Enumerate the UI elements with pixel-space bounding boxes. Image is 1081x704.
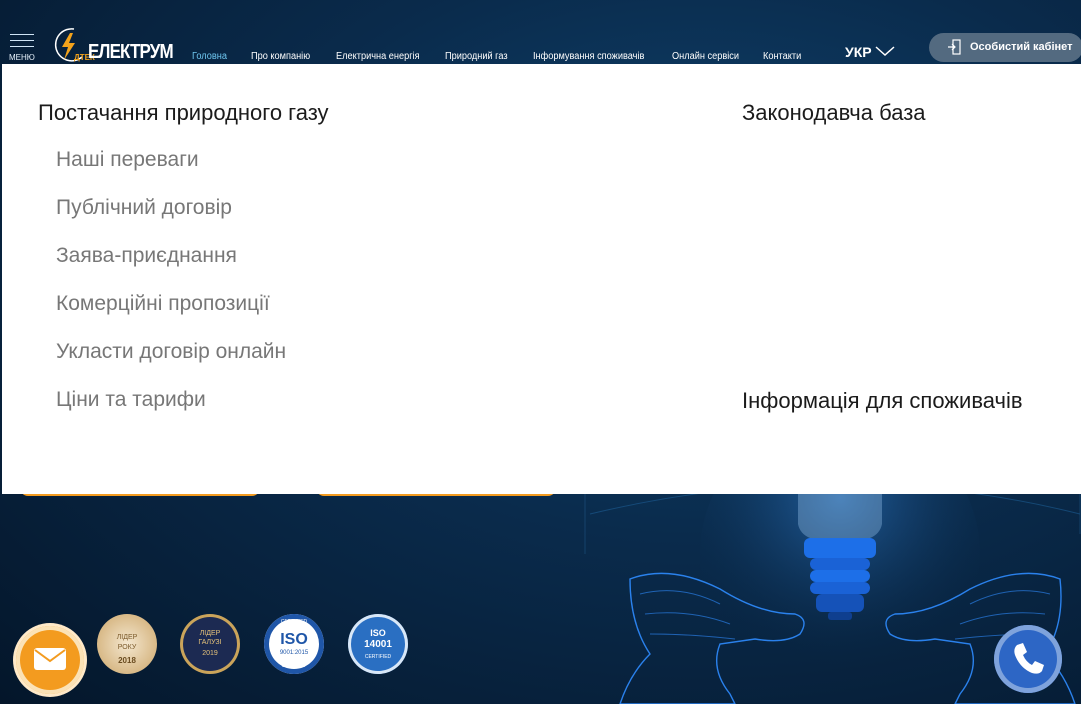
badge-text: ISO — [370, 628, 386, 638]
iso-14001-badge: ISO 14001 CERTIFIED — [348, 614, 408, 674]
mail-button[interactable] — [16, 626, 84, 694]
logo-text: ЕЛЕКТРУМ — [88, 41, 174, 63]
nav-item-home[interactable]: Головна — [192, 51, 227, 62]
logo[interactable]: ДТЕК ЕЛЕКТРУМ — [52, 27, 178, 65]
login-door-icon — [948, 39, 961, 55]
iso-9001-badge: CERTIFIED ISO 9001:2015 COMPANY — [264, 614, 324, 674]
dropdown-item-commercial-offers[interactable]: Комерційні пропозиції — [56, 292, 270, 316]
menu-label: МЕНЮ — [9, 53, 35, 62]
chevron-down-icon[interactable] — [874, 44, 896, 58]
nav-item-consumer-info[interactable]: Інформування споживачів — [533, 51, 644, 62]
badge-text: 9001:2015 — [279, 650, 309, 656]
badge-text: 14001 — [364, 639, 392, 650]
badge-text: 2019 — [202, 650, 218, 657]
phone-button[interactable] — [994, 625, 1062, 693]
badge-text: РОКУ — [117, 644, 137, 651]
nav-item-about[interactable]: Про компанію — [251, 51, 310, 62]
envelope-icon — [34, 648, 66, 670]
personal-cabinet-button[interactable]: Особистий кабінет — [929, 33, 1081, 62]
language-selector[interactable]: УКР — [845, 44, 872, 60]
badge-text: 2018 — [118, 656, 136, 665]
dropdown-heading-consumer-info[interactable]: Інформація для споживачів — [742, 388, 1023, 414]
dropdown-item-application[interactable]: Заява-приєднання — [56, 244, 237, 268]
hamburger-icon — [10, 34, 34, 35]
badge-text: COMPANY — [281, 663, 307, 669]
badge-text: CERTIFIED — [280, 619, 308, 625]
phone-icon — [1014, 643, 1044, 674]
nav-item-contacts[interactable]: Контакти — [763, 51, 801, 62]
dropdown-heading-legislation[interactable]: Законодавча база — [742, 100, 926, 126]
leader-year-badge: ЛІДЕР РОКУ 2018 — [97, 614, 157, 674]
badge-text: ЛІДЕР — [199, 630, 221, 637]
hamburger-icon-bar — [10, 46, 34, 47]
badge-text: ЛІДЕР — [116, 634, 138, 641]
badge-text: CERTIFIED — [364, 654, 392, 660]
nav-item-gas[interactable]: Природний газ — [445, 51, 508, 62]
dropdown-item-prices[interactable]: Ціни та тарифи — [56, 388, 206, 412]
badge-text: ГАЛУЗІ — [198, 639, 222, 646]
gas-dropdown-menu: Постачання природного газу Наші переваги… — [2, 64, 1081, 494]
nav-item-online-services[interactable]: Онлайн сервіси — [672, 51, 739, 62]
page: МЕНЮ ДТЕК ЕЛЕКТРУМ Головна Про компанію … — [0, 0, 1081, 704]
badge-text: ISO — [280, 631, 308, 648]
dropdown-heading-gas-supply[interactable]: Постачання природного газу — [38, 100, 329, 126]
dropdown-item-public-contract[interactable]: Публічний договір — [56, 196, 232, 220]
menu-toggle-button[interactable]: МЕНЮ — [8, 32, 36, 62]
dropdown-item-contract-online[interactable]: Укласти договір онлайн — [56, 340, 286, 364]
nav-item-electricity[interactable]: Електрична енергія — [336, 51, 420, 62]
hamburger-icon-bar — [10, 40, 34, 41]
site-header: МЕНЮ ДТЕК ЕЛЕКТРУМ Головна Про компанію … — [0, 0, 1081, 64]
dropdown-item-advantages[interactable]: Наші переваги — [56, 148, 199, 172]
personal-cabinet-label: Особистий кабінет — [970, 41, 1073, 53]
leader-industry-badge: ЛІДЕР ГАЛУЗІ 2019 — [180, 614, 240, 674]
